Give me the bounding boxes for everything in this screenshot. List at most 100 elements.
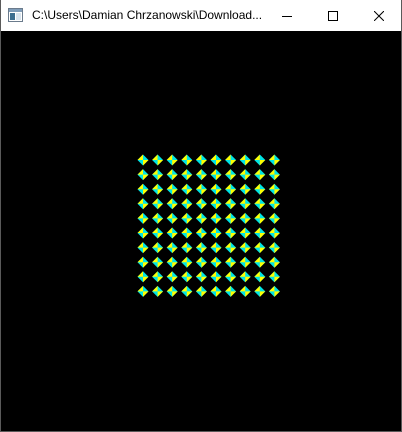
close-button[interactable]	[356, 0, 402, 31]
yellow-facet	[230, 247, 237, 254]
title-bar[interactable]: C:\Users\Damian Chrzanowski\Download...	[1, 0, 401, 31]
yellow-facet	[274, 262, 280, 268]
yellow-facet	[172, 276, 178, 283]
diamond-tile	[239, 169, 251, 181]
diamond-tile	[181, 169, 193, 181]
yellow-facet	[239, 154, 246, 160]
diamond-tile	[210, 198, 222, 210]
yellow-facet	[230, 160, 237, 166]
diamond-tile	[195, 154, 207, 166]
diamond-tile	[195, 271, 207, 283]
yellow-facet	[143, 174, 149, 181]
yellow-facet	[143, 233, 149, 239]
yellow-facet	[166, 256, 173, 263]
diamond-tile	[225, 271, 237, 283]
diamond-pattern-grid	[137, 154, 280, 297]
diamond-tile	[254, 271, 266, 283]
yellow-facet	[230, 262, 237, 268]
yellow-facet	[157, 174, 164, 181]
diamond-tile	[225, 242, 237, 254]
yellow-facet	[186, 189, 193, 195]
yellow-facet	[225, 169, 231, 175]
yellow-facet	[172, 160, 178, 166]
yellow-facet	[166, 154, 173, 160]
yellow-facet	[143, 203, 149, 210]
minimize-button[interactable]	[264, 0, 310, 31]
diamond-tile	[195, 183, 207, 195]
yellow-facet	[157, 262, 164, 268]
yellow-facet	[268, 256, 275, 263]
diamond-tile	[239, 285, 251, 297]
yellow-facet	[225, 183, 231, 190]
yellow-facet	[259, 262, 266, 268]
yellow-facet	[186, 233, 193, 239]
yellow-facet	[268, 242, 275, 248]
diamond-tile	[166, 256, 178, 268]
diamond-tile	[137, 227, 149, 239]
diamond-tile	[166, 198, 178, 210]
diamond-tile	[181, 212, 193, 224]
diamond-tile	[239, 183, 251, 195]
diamond-tile	[152, 227, 164, 239]
yellow-facet	[137, 154, 143, 160]
yellow-facet	[195, 154, 202, 160]
yellow-facet	[181, 154, 187, 160]
render-canvas[interactable]	[1, 31, 401, 431]
yellow-facet	[245, 174, 251, 181]
yellow-facet	[216, 247, 222, 254]
yellow-facet	[195, 212, 202, 219]
yellow-facet	[186, 276, 193, 283]
yellow-facet	[152, 183, 158, 190]
yellow-facet	[201, 174, 207, 181]
yellow-facet	[254, 256, 260, 263]
yellow-facet	[181, 212, 187, 219]
diamond-tile	[195, 169, 207, 181]
yellow-facet	[137, 169, 143, 175]
yellow-facet	[210, 154, 216, 160]
diamond-tile	[137, 271, 149, 283]
diamond-tile	[239, 154, 251, 166]
yellow-facet	[216, 218, 222, 224]
yellow-facet	[157, 203, 164, 210]
yellow-facet	[245, 291, 251, 297]
yellow-facet	[201, 262, 207, 268]
yellow-facet	[152, 169, 158, 175]
yellow-facet	[181, 183, 187, 190]
yellow-facet	[225, 242, 231, 248]
yellow-facet	[216, 160, 222, 166]
yellow-facet	[225, 154, 231, 160]
diamond-tile	[181, 285, 193, 297]
yellow-facet	[152, 242, 158, 248]
yellow-facet	[274, 233, 280, 239]
yellow-facet	[268, 183, 275, 190]
diamond-tile	[239, 271, 251, 283]
yellow-facet	[254, 212, 260, 219]
diamond-tile	[166, 285, 178, 297]
yellow-facet	[137, 256, 143, 263]
maximize-button[interactable]	[310, 0, 356, 31]
yellow-facet	[225, 271, 231, 277]
yellow-facet	[210, 212, 216, 219]
yellow-facet	[181, 198, 187, 204]
diamond-tile	[181, 256, 193, 268]
diamond-tile	[166, 183, 178, 195]
diamond-tile	[225, 154, 237, 166]
yellow-facet	[181, 242, 187, 248]
yellow-facet	[230, 218, 237, 224]
console-app-icon	[8, 8, 23, 22]
yellow-facet	[210, 169, 216, 175]
yellow-facet	[254, 169, 260, 175]
yellow-facet	[245, 160, 251, 166]
yellow-facet	[157, 160, 164, 166]
yellow-facet	[239, 212, 246, 219]
diamond-tile	[152, 271, 164, 283]
diamond-tile	[152, 183, 164, 195]
diamond-tile	[239, 227, 251, 239]
yellow-facet	[181, 285, 187, 292]
yellow-facet	[216, 291, 222, 297]
yellow-facet	[210, 198, 216, 204]
yellow-facet	[245, 247, 251, 254]
yellow-facet	[157, 247, 164, 254]
yellow-facet	[137, 183, 143, 190]
yellow-facet	[268, 198, 275, 204]
